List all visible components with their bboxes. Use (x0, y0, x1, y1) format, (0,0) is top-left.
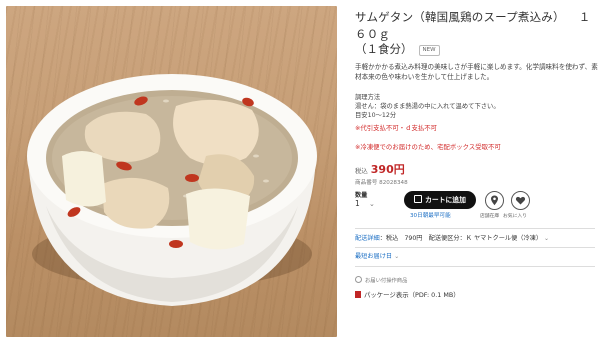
product-photo[interactable] (6, 6, 337, 337)
cooking-instructions: 調理方法 湯せん：袋のまま熱湯の中に入れて温めて下さい。 目安10～12分 (355, 93, 500, 120)
product-code: 82028348 (379, 180, 408, 186)
favorite-button[interactable] (511, 191, 530, 210)
package-pdf-label: パッケージ表示（PDF: 0.1 MB） (364, 291, 460, 299)
add-to-cart-button[interactable]: カートに追加 (404, 191, 476, 209)
location-pin-icon (491, 195, 498, 206)
divider (355, 247, 595, 248)
delivery-date-label[interactable]: 最短お届け日 (355, 253, 392, 260)
price-row: 税込 390円 (355, 163, 405, 178)
divider (355, 228, 595, 229)
quantity-select[interactable]: 1 ⌄ (355, 199, 381, 212)
store-stock-button[interactable] (485, 191, 504, 210)
favorite-label: お気に入り (503, 214, 527, 219)
samgyetang-bowl-image (27, 74, 317, 306)
product-title-serving: （１食分） NEW (355, 42, 595, 58)
heart-icon (515, 196, 526, 205)
delivery-date-row[interactable]: 最短お届け日 ⌄ (355, 253, 399, 261)
shipping-detail-value: ：税込 790円 配送便区分：Ｋ ヤマトクール便（冷凍） (379, 235, 543, 242)
price-value: 390円 (370, 163, 405, 176)
payment-notice: ※代引支払不可・ｄ支払不可 (355, 124, 438, 132)
cooking-method: 湯せん：袋のまま熱湯の中に入れて温めて下さい。 (355, 103, 500, 111)
divider (355, 266, 595, 267)
product-details: サムゲタン（韓国風鶏のスープ煮込み） １６０ｇ （１食分） NEW 手軽かかかる煮込… (355, 9, 598, 299)
product-name: サムゲタン（韓国風鶏のスープ煮込み） (355, 10, 565, 24)
shipping-detail-link[interactable]: 配送詳細 (355, 235, 380, 242)
no-return-note: お届い付操作商品 (355, 276, 407, 285)
info-icon (355, 276, 362, 283)
add-to-cart-label: カートに追加 (425, 196, 466, 204)
product-description: 手軽かかかる煮込み料理の美味しさが手軽に楽しめます。化学調味料を使わず、素材本来… (355, 63, 598, 82)
no-return-text: お届い付操作商品 (365, 278, 408, 284)
product-title: サムゲタン（韓国風鶏のスープ煮込み） １６０ｇ (355, 9, 595, 42)
product-serving: （１食分） (355, 42, 413, 57)
earliest-delivery: 30日朝最早可能 (410, 213, 451, 219)
store-stock-label: 店舗在庫 (480, 214, 500, 219)
bag-icon (414, 195, 423, 203)
cooking-time: 目安10～12分 (355, 112, 397, 120)
pdf-icon (355, 291, 361, 298)
product-page: サムゲタン（韓国風鶏のスープ煮込み） １６０ｇ （１食分） NEW 手軽かかかる煮込… (0, 0, 600, 341)
chevron-down-icon: ⌄ (394, 253, 400, 260)
chevron-down-icon: ⌄ (369, 200, 375, 208)
package-pdf-link[interactable]: パッケージ表示（PDF: 0.1 MB） (355, 291, 460, 300)
quantity-value: 1 (355, 199, 360, 208)
chevron-down-icon: ⌄ (544, 235, 550, 242)
new-badge: NEW (418, 45, 440, 57)
shipping-detail-row[interactable]: 配送詳細：税込 790円 配送便区分：Ｋ ヤマトクール便（冷凍） ⌄ (355, 235, 549, 243)
frozen-delivery-notice: ※冷凍便でのお届けのため、宅配ボックス受取不可 (355, 143, 501, 151)
product-code-label: 商品番号 (355, 180, 378, 186)
price-label: 税込 (355, 167, 368, 175)
cooking-heading: 調理方法 (355, 94, 381, 101)
product-code-row: 商品番号 82028348 (355, 180, 408, 188)
